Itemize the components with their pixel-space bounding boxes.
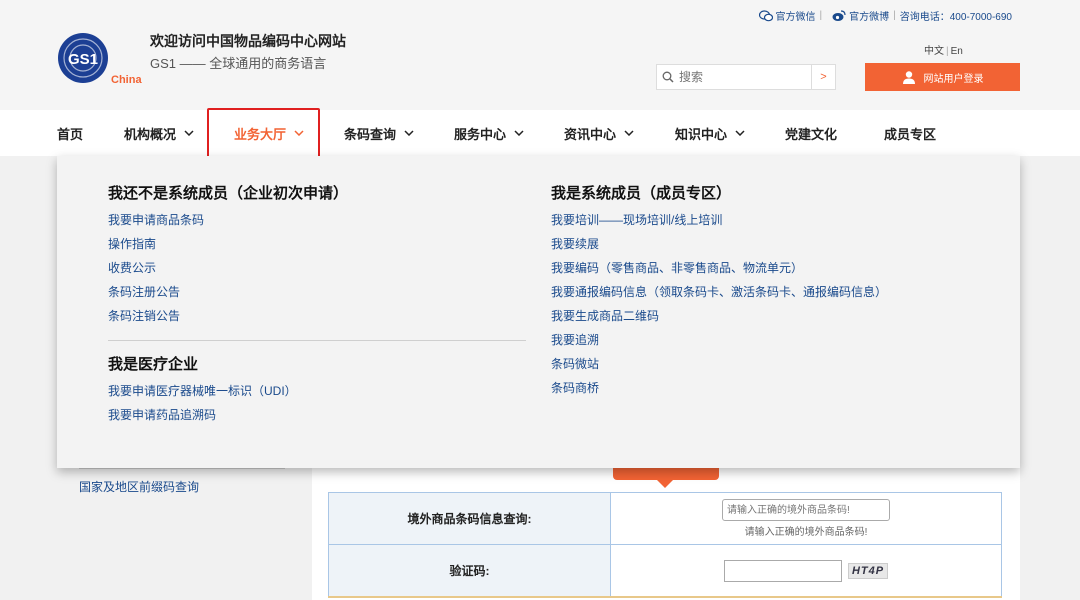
site-slogan: GS1 —— 全球通用的商务语言	[150, 56, 327, 71]
dropdown-link[interactable]: 条码注销公告	[108, 304, 348, 328]
gs1-logo-icon[interactable]: GS1	[57, 32, 109, 84]
weibo-label: 官方微博	[849, 12, 890, 23]
chevron-down-icon	[624, 130, 634, 136]
nav-about[interactable]: 机构概况	[124, 110, 194, 156]
panel-tab	[613, 468, 719, 480]
dropdown-link[interactable]: 条码注册公告	[108, 280, 348, 304]
search-box: >	[656, 64, 836, 90]
dropdown-link[interactable]: 条码商桥	[551, 376, 887, 400]
member-heading: 我是系统成员（成员专区）	[551, 185, 732, 202]
wechat-icon	[758, 9, 773, 21]
dropdown-left-column: 我还不是系统成员（企业初次申请） 我要申请商品条码 操作指南 收费公示 条码注册…	[108, 182, 348, 328]
search-icon	[657, 71, 679, 83]
nav-barcode-query[interactable]: 条码查询	[344, 110, 414, 156]
dropdown-link[interactable]: 操作指南	[108, 232, 348, 256]
wechat-label: 官方微信	[775, 12, 816, 23]
non-member-heading: 我还不是系统成员（企业初次申请）	[108, 185, 349, 202]
login-button[interactable]: 网站用户登录	[865, 63, 1020, 91]
dropdown-divider	[108, 340, 526, 341]
panel-tab-pointer	[657, 480, 673, 488]
dropdown-link[interactable]: 我要续展	[551, 232, 887, 256]
wechat-link[interactable]: 官方微信	[758, 8, 816, 23]
dropdown-link[interactable]: 条码微站	[551, 352, 887, 376]
nav-member-zone[interactable]: 成员专区	[884, 110, 936, 156]
query-row-barcode: 境外商品条码信息查询: 请输入正确的境外商品条码!	[328, 492, 1002, 545]
barcode-query-label: 境外商品条码信息查询:	[328, 492, 611, 545]
user-icon	[902, 71, 915, 84]
dropdown-link[interactable]: 我要申请药品追溯码	[108, 403, 297, 427]
nav-knowledge-center[interactable]: 知识中心	[675, 110, 745, 156]
dropdown-link[interactable]: 我要追溯	[551, 328, 887, 352]
divider: |	[819, 10, 823, 21]
login-label: 网站用户登录	[923, 73, 984, 85]
site-header: GS1 China 欢迎访问中国物品编码中心网站 GS1 —— 全球通用的商务语…	[0, 0, 1080, 110]
barcode-input[interactable]	[722, 499, 890, 521]
nav-news-center[interactable]: 资讯中心	[564, 110, 634, 156]
nav-party-culture[interactable]: 党建文化	[785, 110, 837, 156]
dropdown-link[interactable]: 我要申请商品条码	[108, 208, 348, 232]
sidebar-prefix-query-link[interactable]: 国家及地区前缀码查询	[79, 478, 199, 495]
divider: |	[893, 10, 896, 21]
language-switch: 中文 | En	[924, 46, 963, 57]
medical-heading: 我是医疗企业	[108, 356, 199, 373]
search-input[interactable]	[679, 70, 809, 84]
captcha-label: 验证码:	[328, 544, 611, 597]
weibo-icon	[832, 9, 846, 21]
search-submit-button[interactable]: >	[811, 65, 835, 89]
barcode-hint: 请输入正确的境外商品条码!	[744, 527, 868, 538]
sidebar-divider	[79, 468, 285, 469]
dropdown-right-column: 我是系统成员（成员专区） 我要培训——现场培训/线上培训 我要续展 我要编码（零…	[551, 182, 887, 400]
logo-china-label: China	[111, 74, 142, 86]
form-bottom-border	[328, 596, 1002, 598]
query-row-captcha: 验证码: HT4P	[328, 544, 1002, 597]
site-title: 欢迎访问中国物品编码中心网站	[150, 33, 346, 49]
phone-text: 咨询电话：400-7000-690	[899, 12, 1012, 23]
main-nav: 首页 机构概况 业务大厅 条码查询 服务中心 资讯中心 知识中心 党建文化 成员…	[0, 110, 1080, 156]
logo-text: GS1	[68, 51, 98, 68]
chevron-down-icon	[735, 130, 745, 136]
dropdown-link[interactable]: 我要通报编码信息（领取条码卡、激活条码卡、通报编码信息）	[551, 280, 887, 304]
dropdown-link[interactable]: 我要编码（零售商品、非零售商品、物流单元）	[551, 256, 887, 280]
dropdown-link[interactable]: 收费公示	[108, 256, 348, 280]
query-form: 境外商品条码信息查询: 请输入正确的境外商品条码! 验证码: HT4P	[328, 492, 1002, 597]
dropdown-link[interactable]: 我要生成商品二维码	[551, 304, 887, 328]
chevron-down-icon	[514, 130, 524, 136]
lang-en[interactable]: En	[951, 46, 963, 57]
chevron-down-icon	[184, 130, 194, 136]
top-links: 官方微信 | 官方微博 | 咨询电话：400-7000-690	[753, 8, 1012, 23]
captcha-input[interactable]	[724, 559, 842, 582]
nav-service-center[interactable]: 服务中心	[454, 110, 524, 156]
captcha-image[interactable]: HT4P	[848, 562, 888, 579]
business-hall-dropdown: 我还不是系统成员（企业初次申请） 我要申请商品条码 操作指南 收费公示 条码注册…	[57, 156, 1020, 468]
dropdown-link[interactable]: 我要培训——现场培训/线上培训	[551, 208, 887, 232]
dropdown-medical-column: 我是医疗企业 我要申请医疗器械唯一标识（UDI） 我要申请药品追溯码	[108, 353, 297, 427]
weibo-link[interactable]: 官方微博	[832, 8, 889, 23]
lang-zh[interactable]: 中文	[924, 46, 944, 57]
nav-home[interactable]: 首页	[57, 110, 83, 156]
chevron-down-icon	[404, 130, 414, 136]
dropdown-link[interactable]: 我要申请医疗器械唯一标识（UDI）	[108, 379, 297, 403]
